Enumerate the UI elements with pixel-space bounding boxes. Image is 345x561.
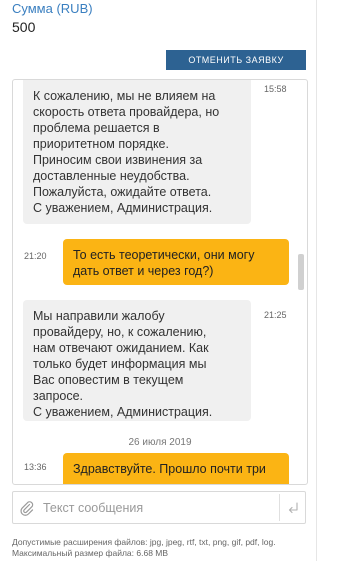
paperclip-icon[interactable] — [20, 500, 34, 516]
chat-scroll-area[interactable]: К сожалению, мы не влияем на скорость от… — [13, 80, 307, 484]
message-admin: К сожалению, мы не влияем на скорость от… — [23, 80, 251, 224]
message-time: 15:58 — [264, 84, 287, 94]
message-input[interactable] — [41, 496, 281, 519]
message-time: 21:25 — [264, 310, 287, 320]
scrollbar-thumb[interactable] — [298, 254, 304, 290]
enter-icon — [288, 501, 298, 513]
chat-panel: К сожалению, мы не влияем на скорость от… — [12, 79, 308, 485]
message-time: 21:20 — [24, 251, 47, 261]
amount-value: 500 — [12, 19, 36, 35]
max-file-size-hint: Максимальный размер файла: 6.68 MB — [12, 548, 169, 558]
amount-label: Сумма (RUB) — [12, 1, 93, 16]
message-user: То есть теоретически, они могу дать отве… — [63, 239, 289, 285]
ticket-page: Сумма (RUB) 500 ОТМЕНИТЬ ЗАЯВКУ К сожале… — [0, 0, 345, 561]
send-button[interactable] — [279, 494, 305, 521]
divider — [316, 0, 317, 561]
message-user: Здравствуйте. Прошло почти три — [63, 453, 289, 484]
message-admin: Мы направили жалобу провайдеру, но, к со… — [23, 300, 251, 421]
file-extensions-hint: Допустимые расширения файлов: jpg, jpeg,… — [12, 537, 276, 547]
cancel-request-button[interactable]: ОТМЕНИТЬ ЗАЯВКУ — [166, 50, 306, 70]
message-time: 13:36 — [24, 462, 47, 472]
message-composer — [12, 491, 306, 524]
date-separator: 26 июля 2019 — [128, 437, 192, 448]
